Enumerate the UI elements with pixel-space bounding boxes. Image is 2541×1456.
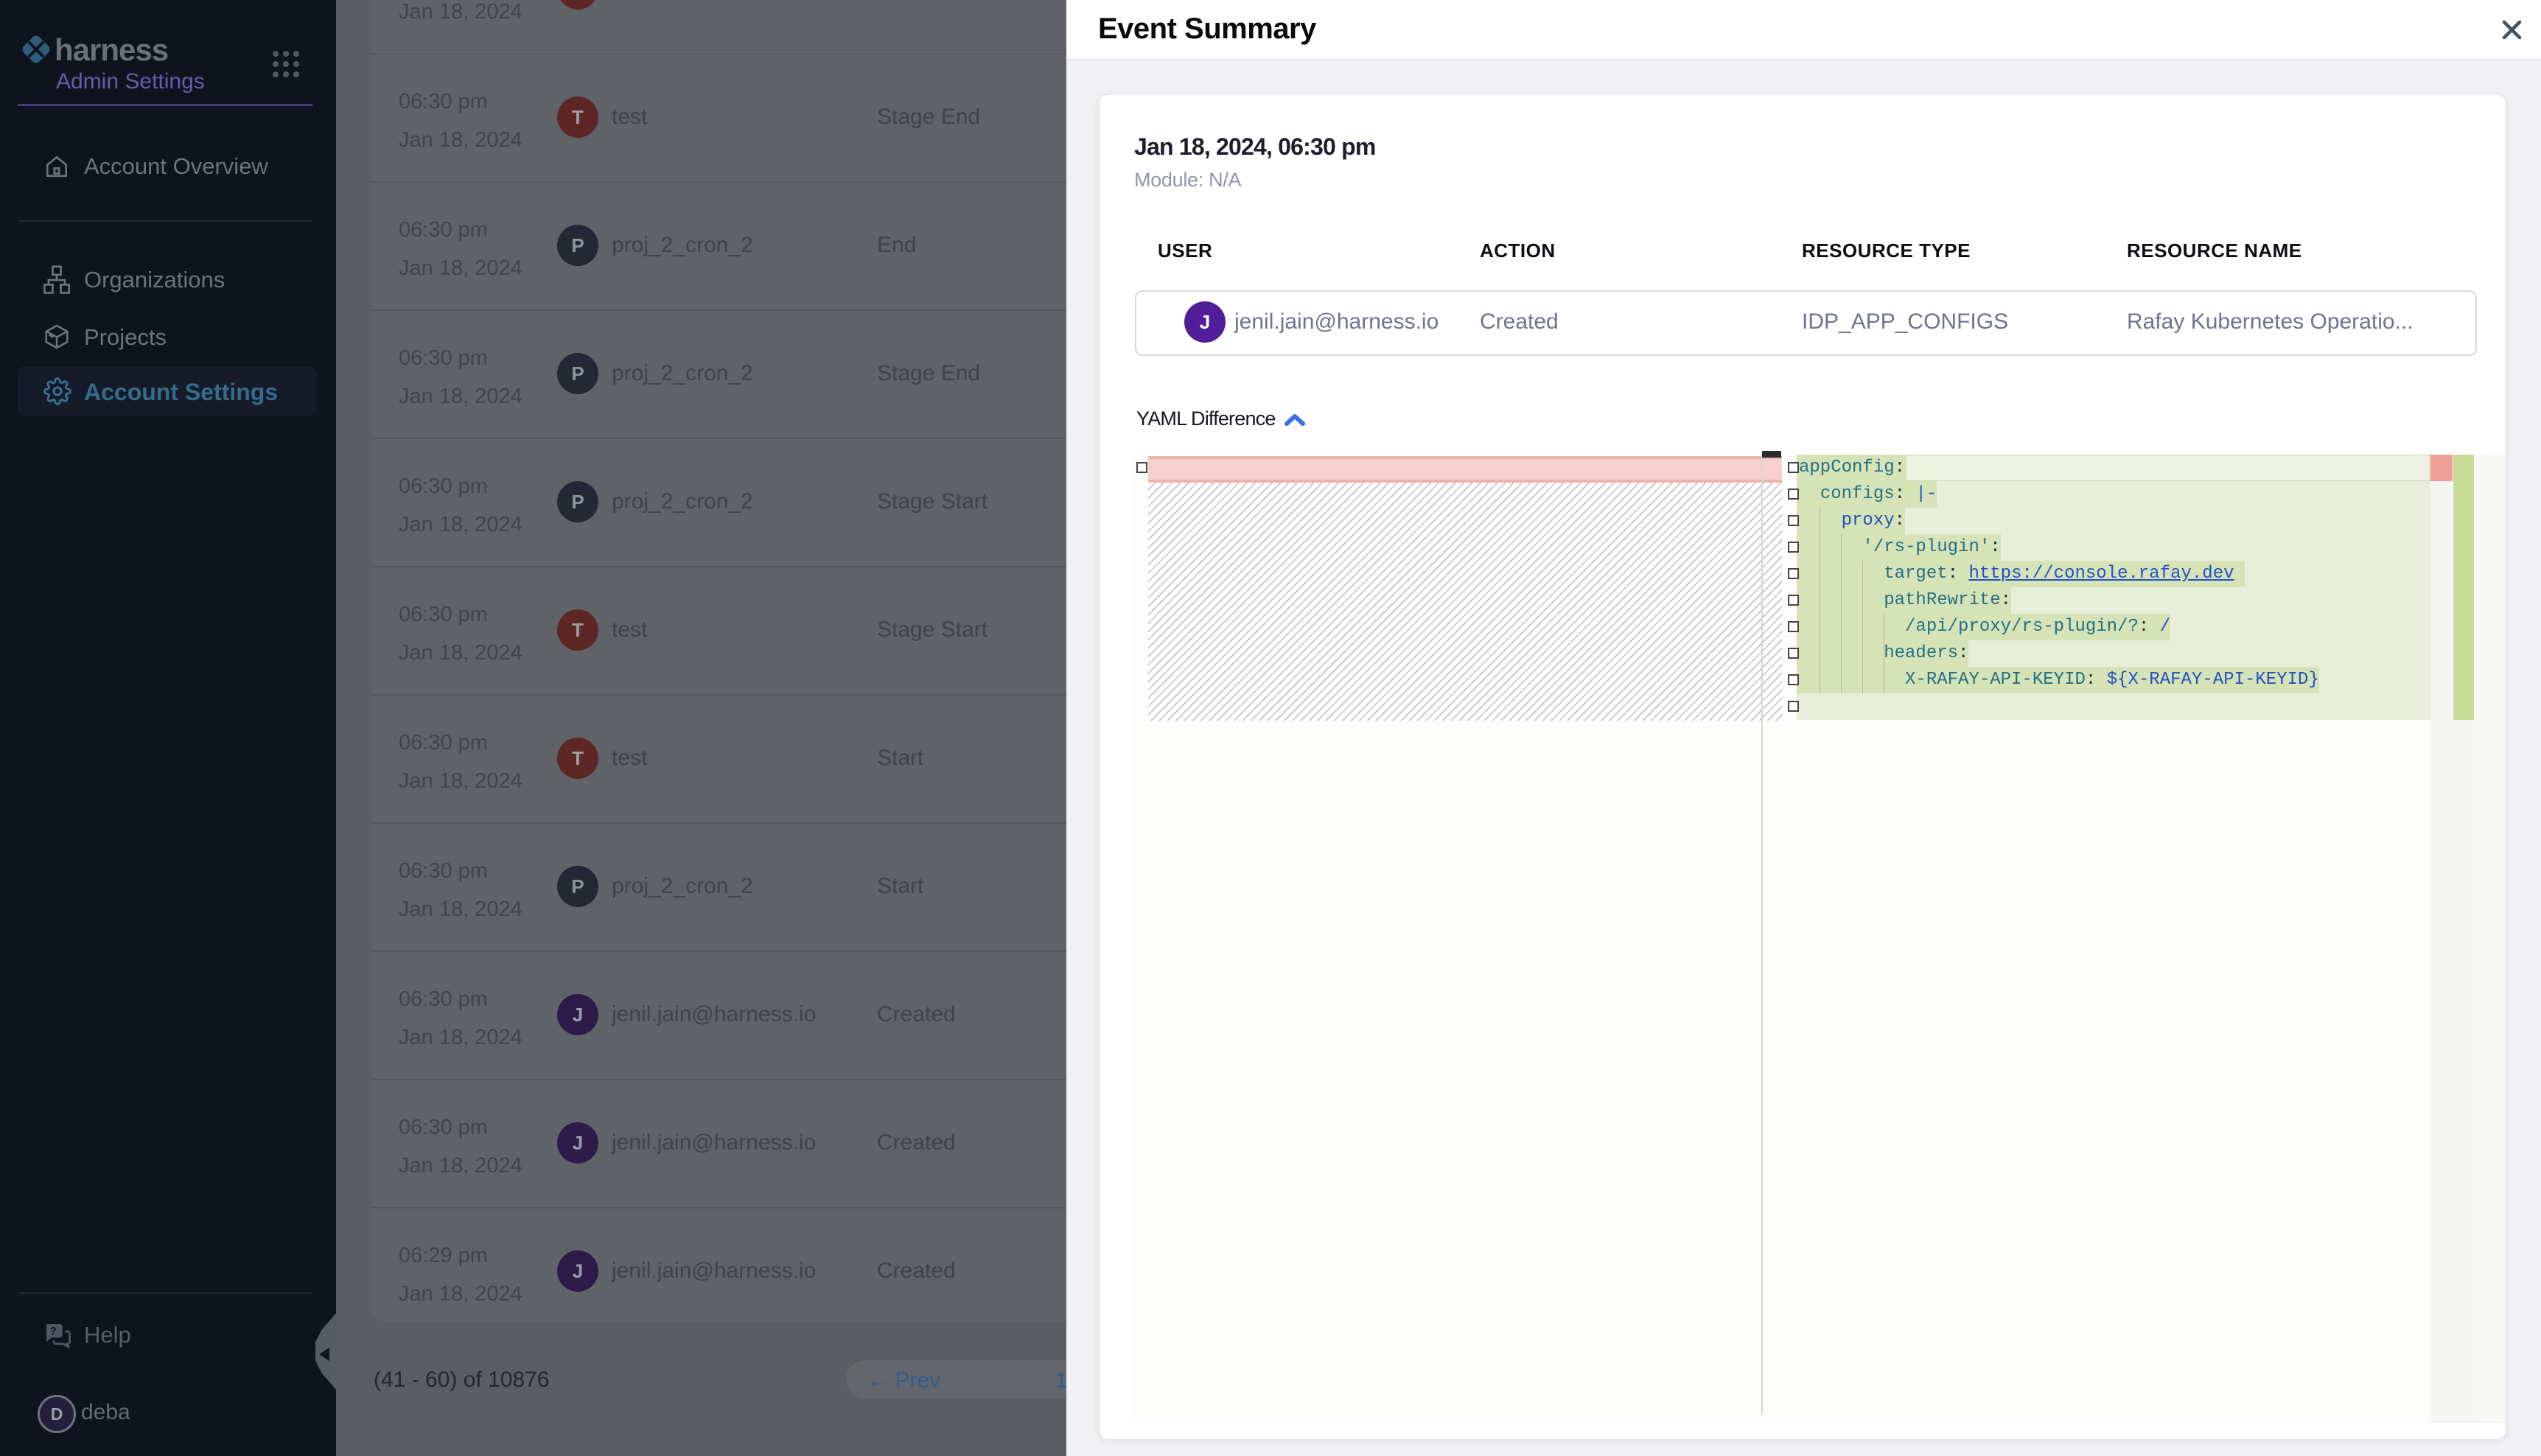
svg-text:?: ? [50,1325,57,1337]
